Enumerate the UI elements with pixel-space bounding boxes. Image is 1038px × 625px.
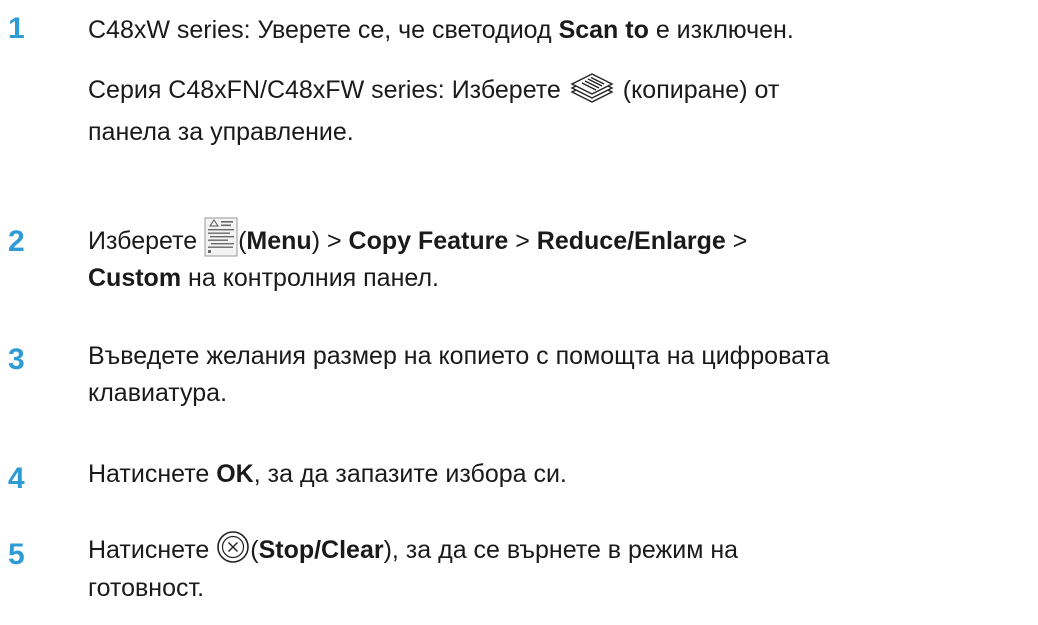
step-1-text-e: (копиране) от [615,76,780,104]
step-4-text-a: Натиснете [88,460,217,488]
step-2-text-h: на контролния панел. [181,264,439,292]
step-3-line-1: Въведете желания размер на копието с пом… [88,340,830,372]
step-number-4: 4 [8,462,25,495]
step-5-line-2: готовност. [88,572,204,604]
step-5-text-d: готовност. [88,574,205,602]
step-number-1: 1 [8,12,25,45]
menu-label: Menu [246,227,312,255]
step-2-text-g: > [725,227,748,255]
step-1-text-f: панела за управление. [88,118,354,146]
ok-label: OK [216,460,254,488]
step-5-text-c: ), за да се върнете в режим на [383,536,739,564]
step-3-line-2: клавиатура. [88,377,227,409]
step-number-5: 5 [8,538,25,571]
copy-icon [568,70,616,106]
step-1-line-2: Серия C48xFN/C48xFW series: Изберете (ко… [88,73,780,106]
step-number-3: 3 [8,343,25,376]
step-2-text-e: > [508,227,537,255]
step-1-text-a: C48xW series: Уверете се, че светодиод [88,16,559,44]
stop-clear-label: Stop/Clear [258,536,384,564]
step-2-text-a: Изберете [88,227,205,255]
copy-feature-label: Copy Feature [348,227,509,255]
step-3-text-b: клавиатура. [88,379,228,407]
reduce-enlarge-label: Reduce/Enlarge [536,227,726,255]
step-2-line-2: Custom на контролния панел. [88,262,439,294]
step-4-line-1: Натиснете OK, за да запазите избора си. [88,458,567,490]
step-1-line-1: C48xW series: Уверете се, че светодиод S… [88,14,794,46]
step-2-line-1: Изберете (Menu) > Copy Feature > Reduce/… [88,217,748,257]
stop-clear-icon [216,530,250,564]
step-5-text-a: Натиснете [88,536,217,564]
menu-icon [204,217,238,257]
step-1-text-c: е изключен. [648,16,794,44]
step-1-line-3: панела за управление. [88,116,354,148]
scan-to-label: Scan to [558,16,649,44]
step-5-paren-open: ( [250,536,259,564]
step-number-2: 2 [8,225,25,258]
step-1-text-d: Серия C48xFN/C48xFW series: Изберете [88,76,568,104]
step-2-text-c: ) > [311,227,349,255]
step-3-text-a: Въведете желания размер на копието с пом… [88,342,830,370]
step-4-text-c: , за да запазите избора си. [253,460,567,488]
custom-label: Custom [88,264,182,292]
step-5-line-1: Натиснете (Stop/Clear), за да се върнете… [88,531,739,566]
